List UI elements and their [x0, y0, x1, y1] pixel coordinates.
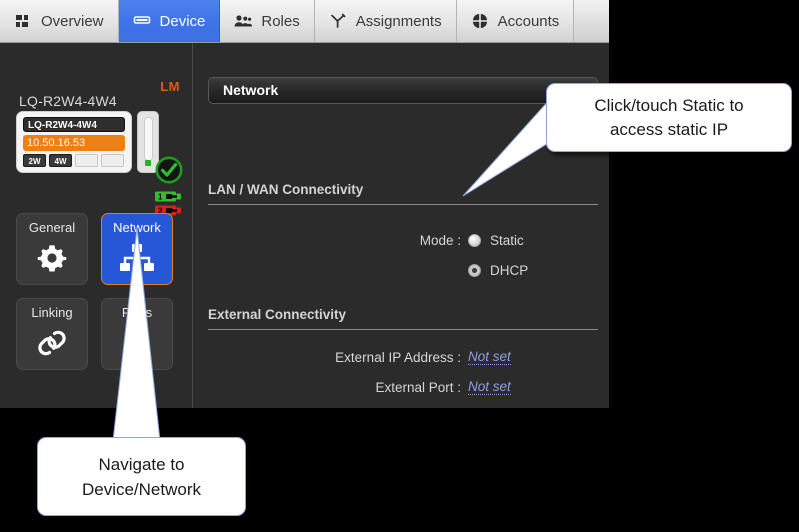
callout-navigate-line1: Navigate to [98, 455, 185, 474]
play-icon [118, 325, 156, 361]
callout-navigate-line2: Device/Network [81, 480, 202, 499]
section-title-external: External Connectivity [208, 307, 347, 322]
lm-badge: LM [160, 79, 180, 94]
mode-label: Mode : [419, 233, 461, 248]
radio-dhcp-label: DHCP [490, 263, 529, 278]
application-window: Overview Device Roles Assignments Accoun… [0, 0, 609, 408]
callout-static-line1: Click/touch Static to [594, 96, 744, 115]
network-icon [118, 240, 156, 276]
tab-device[interactable]: Device [118, 0, 221, 42]
slider-indicator [145, 160, 151, 166]
external-port-label: External Port : [375, 379, 461, 395]
radio-static[interactable] [468, 234, 481, 247]
tab-accounts-label: Accounts [497, 12, 560, 30]
people-icon [234, 12, 253, 30]
device-sidebar: LM LQ-R2W4-4W4 LQ-R2W4-4W4 10.50.16.53 2… [0, 43, 193, 408]
tab-roles[interactable]: Roles [220, 0, 315, 42]
panel-title: Network [208, 77, 598, 104]
tab-overview-label: Overview [41, 12, 104, 30]
device-card[interactable]: LQ-R2W4-4W4 10.50.16.53 2W 4W [16, 111, 132, 173]
slider-track [144, 117, 153, 161]
port-chip[interactable] [75, 154, 98, 167]
section-divider [208, 204, 598, 205]
sidebar-tile-linking[interactable]: Linking [16, 298, 88, 370]
external-ip-label: External IP Address : [335, 349, 461, 365]
radio-static-label: Static [490, 233, 524, 248]
external-port-row: External Port : Not set [208, 379, 598, 395]
callout-navigate: Navigate to Device/Network [37, 437, 246, 516]
branch-icon [329, 12, 347, 30]
mode-static-row[interactable]: Mode : Static [208, 233, 598, 248]
sidebar-tile-ports-label: Ports [121, 305, 153, 320]
sidebar-tile-ports[interactable]: Ports [101, 298, 173, 370]
section-divider [208, 329, 598, 330]
device-card-ip: 10.50.16.53 [23, 135, 125, 151]
tab-assignments[interactable]: Assignments [314, 0, 457, 42]
device-name-label: LQ-R2W4-4W4 [19, 93, 117, 109]
device-card-ports: 2W 4W [23, 154, 125, 167]
callout-static-line2: access static IP [609, 120, 729, 139]
link-icon [33, 325, 71, 361]
gear-icon [33, 240, 71, 276]
sidebar-tile-general[interactable]: General [16, 213, 88, 285]
svg-text:1: 1 [158, 193, 163, 202]
tab-overview[interactable]: Overview [0, 0, 119, 42]
pie-circle-icon [471, 12, 489, 30]
sidebar-tile-linking-label: Linking [31, 305, 73, 320]
section-title-lan-wan: LAN / WAN Connectivity [208, 182, 364, 197]
sidebar-tile-network[interactable]: Network [101, 213, 173, 285]
port-chip[interactable]: 4W [49, 154, 72, 167]
main-tab-bar: Overview Device Roles Assignments Accoun… [0, 0, 609, 43]
external-ip-row: External IP Address : Not set [208, 349, 598, 365]
sidebar-tile-network-label: Network [113, 220, 161, 235]
external-ip-value[interactable]: Not set [468, 349, 511, 365]
tab-roles-label: Roles [261, 12, 300, 30]
tab-assignments-label: Assignments [355, 12, 442, 30]
sidebar-tile-general-label: General [28, 220, 76, 235]
green-check-icon [155, 156, 183, 184]
tab-device-label: Device [159, 12, 206, 30]
tab-accounts[interactable]: Accounts [456, 0, 575, 42]
device-card-title: LQ-R2W4-4W4 [23, 117, 125, 132]
radio-dhcp[interactable] [468, 264, 481, 277]
port-chip[interactable] [101, 154, 124, 167]
external-port-value[interactable]: Not set [468, 379, 511, 395]
mode-dhcp-row[interactable]: DHCP [208, 263, 598, 278]
callout-static: Click/touch Static to access static IP [546, 83, 792, 152]
grid-icon [14, 12, 32, 30]
monitor-icon [133, 12, 151, 30]
port-chip[interactable]: 2W [23, 154, 46, 167]
connector-1-icon: 1 [155, 189, 183, 202]
